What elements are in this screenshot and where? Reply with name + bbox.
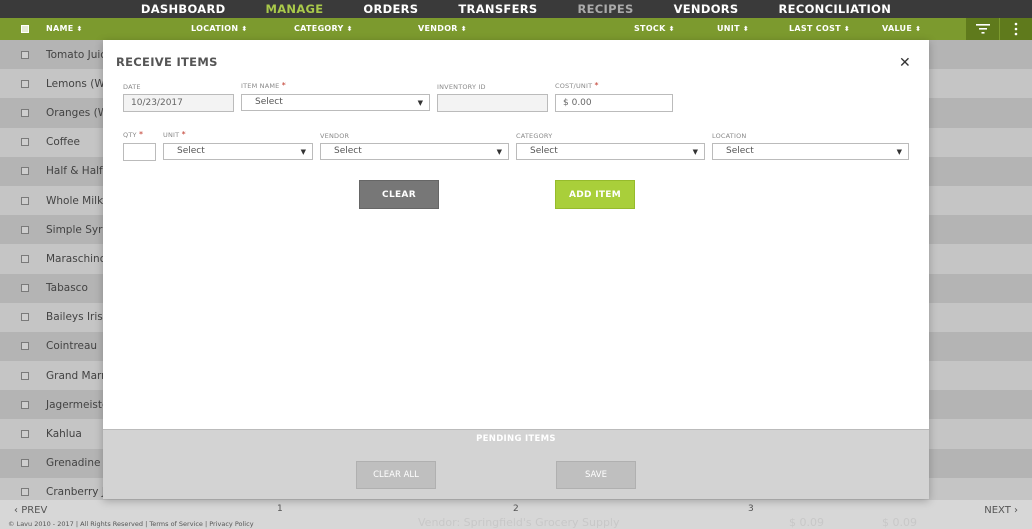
item-name-value: Select bbox=[255, 97, 283, 107]
sort-icon: ⬍ bbox=[346, 25, 353, 33]
category-value: Select bbox=[530, 146, 558, 156]
item-name-label: ITEM NAME * bbox=[241, 81, 286, 90]
column-location-label: LOCATION bbox=[191, 24, 239, 33]
column-category[interactable]: CATEGORY ⬍ bbox=[294, 18, 353, 40]
ghost-vendor-text: Vendor: Springfield's Grocery Supply bbox=[418, 516, 620, 529]
vendor-value: Select bbox=[334, 146, 362, 156]
prev-label: PREV bbox=[21, 505, 48, 516]
column-name[interactable]: NAME ⬍ bbox=[46, 18, 83, 40]
sort-icon: ⬍ bbox=[460, 25, 467, 33]
filter-icon bbox=[975, 24, 990, 34]
nav-dashboard[interactable]: DASHBOARD bbox=[121, 2, 246, 16]
column-unit[interactable]: UNIT ⬍ bbox=[717, 18, 749, 40]
location-value: Select bbox=[726, 146, 754, 156]
date-field[interactable]: 10/23/2017 bbox=[123, 94, 234, 112]
next-page-link[interactable]: NEXT › bbox=[984, 505, 1018, 516]
column-stock-label: STOCK bbox=[634, 24, 666, 33]
column-unit-label: UNIT bbox=[717, 24, 740, 33]
nav-manage[interactable]: MANAGE bbox=[245, 2, 343, 16]
copyright-text: © Lavu 2010 - 2017 | All Rights Reserved… bbox=[8, 520, 254, 528]
location-label: LOCATION bbox=[712, 132, 747, 140]
close-icon[interactable]: ✕ bbox=[899, 56, 911, 70]
cost-unit-label-text: COST/UNIT bbox=[555, 82, 593, 90]
select-all-checkbox[interactable] bbox=[21, 25, 29, 33]
nav-vendors[interactable]: VENDORS bbox=[654, 2, 759, 16]
location-select[interactable]: Select ▼ bbox=[712, 143, 909, 160]
sort-icon: ⬍ bbox=[76, 25, 83, 33]
modal-title: RECEIVE ITEMS bbox=[116, 55, 218, 69]
column-last-cost-label: LAST COST bbox=[789, 24, 841, 33]
chevron-down-icon: ▼ bbox=[300, 148, 306, 156]
vendor-select[interactable]: Select ▼ bbox=[320, 143, 509, 160]
page-3-link[interactable]: 3 bbox=[748, 504, 754, 514]
chevron-down-icon: ▼ bbox=[692, 148, 698, 156]
column-header-bar: NAME ⬍ LOCATION ⬍ CATEGORY ⬍ VENDOR ⬍ STOCK ⬍… bbox=[0, 18, 1032, 40]
page-1-link[interactable]: 1 bbox=[277, 504, 283, 514]
unit-value: Select bbox=[177, 146, 205, 156]
clear-button[interactable]: CLEAR bbox=[359, 180, 439, 209]
item-name-select[interactable]: Select ▼ bbox=[241, 94, 430, 111]
sort-icon: ⬍ bbox=[915, 25, 922, 33]
column-category-label: CATEGORY bbox=[294, 24, 344, 33]
add-item-button[interactable]: ADD ITEM bbox=[555, 180, 635, 209]
column-stock[interactable]: STOCK ⬍ bbox=[634, 18, 675, 40]
unit-label-text: UNIT bbox=[163, 131, 180, 139]
required-mark: * bbox=[594, 81, 599, 90]
qty-field[interactable] bbox=[123, 143, 156, 161]
qty-label-text: QTY bbox=[123, 131, 137, 139]
nav-orders[interactable]: ORDERS bbox=[343, 2, 438, 16]
pending-items-title: PENDING ITEMS bbox=[476, 434, 556, 444]
sort-icon: ⬍ bbox=[668, 25, 675, 33]
column-name-label: NAME bbox=[46, 24, 74, 33]
top-navigation: DASHBOARD MANAGE ORDERS TRANSFERS RECIPE… bbox=[0, 0, 1032, 18]
sort-icon: ⬍ bbox=[241, 25, 248, 33]
chevron-down-icon: ▼ bbox=[417, 99, 423, 107]
save-button[interactable]: SAVE bbox=[556, 461, 636, 489]
sort-icon: ⬍ bbox=[843, 25, 851, 33]
nav-recipes[interactable]: RECIPES bbox=[557, 2, 653, 16]
column-last-cost[interactable]: LAST COST ⬍ bbox=[789, 18, 850, 40]
column-value[interactable]: VALUE ⬍ bbox=[882, 18, 921, 40]
item-name-label-text: ITEM NAME bbox=[241, 82, 280, 90]
category-label: CATEGORY bbox=[516, 132, 553, 140]
sort-icon: ⬍ bbox=[742, 25, 749, 33]
ghost-value-text: $ 0.09 bbox=[882, 516, 917, 529]
next-label: NEXT bbox=[984, 505, 1011, 516]
receive-items-modal: RECEIVE ITEMS ✕ DATE 10/23/2017 ITEM NAM… bbox=[103, 40, 929, 499]
unit-label: UNIT * bbox=[163, 130, 186, 139]
page-2-link[interactable]: 2 bbox=[513, 504, 519, 514]
filter-button[interactable] bbox=[966, 18, 999, 40]
unit-select[interactable]: Select ▼ bbox=[163, 143, 313, 160]
column-location[interactable]: LOCATION ⬍ bbox=[191, 18, 248, 40]
more-options-button[interactable] bbox=[1000, 18, 1032, 40]
pagination-footer: ‹ PREV 1 2 3 NEXT › Vendor: Springfield'… bbox=[0, 500, 1032, 529]
prev-page-link[interactable]: ‹ PREV bbox=[14, 505, 47, 516]
nav-reconciliation[interactable]: RECONCILIATION bbox=[759, 2, 912, 16]
column-value-label: VALUE bbox=[882, 24, 913, 33]
pending-items-panel: PENDING ITEMS CLEAR ALL SAVE bbox=[103, 429, 929, 499]
column-vendor[interactable]: VENDOR ⬍ bbox=[418, 18, 467, 40]
category-select[interactable]: Select ▼ bbox=[516, 143, 705, 160]
ghost-cost-text: $ 0.09 bbox=[789, 516, 824, 529]
clear-all-button[interactable]: CLEAR ALL bbox=[356, 461, 436, 489]
required-mark: * bbox=[281, 81, 286, 90]
inventory-id-field[interactable] bbox=[437, 94, 548, 112]
qty-label: QTY * bbox=[123, 130, 143, 139]
chevron-down-icon: ▼ bbox=[496, 148, 502, 156]
chevron-down-icon: ▼ bbox=[896, 148, 902, 156]
required-mark: * bbox=[181, 130, 186, 139]
date-label: DATE bbox=[123, 83, 141, 91]
cost-unit-field[interactable]: $ 0.00 bbox=[555, 94, 673, 112]
vendor-label: VENDOR bbox=[320, 132, 350, 140]
more-vertical-icon bbox=[1014, 22, 1018, 36]
nav-transfers[interactable]: TRANSFERS bbox=[438, 2, 557, 16]
inventory-id-label: INVENTORY ID bbox=[437, 83, 486, 91]
required-mark: * bbox=[138, 130, 144, 139]
cost-unit-label: COST/UNIT * bbox=[555, 81, 599, 90]
column-vendor-label: VENDOR bbox=[418, 24, 458, 33]
